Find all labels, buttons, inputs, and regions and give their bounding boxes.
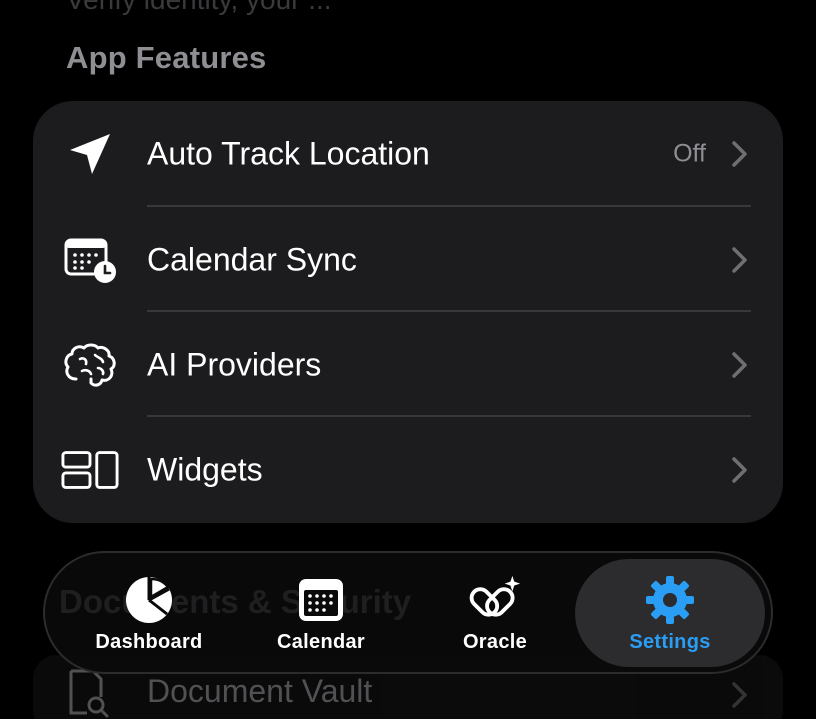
widgets-icon: [61, 441, 119, 499]
oracle-sparkle-icon: [468, 573, 522, 627]
row-label: Calendar Sync: [147, 241, 357, 277]
chevron-right-icon: [732, 682, 747, 708]
row-widgets[interactable]: Widgets: [33, 417, 783, 522]
tab-settings[interactable]: Settings: [575, 559, 765, 667]
row-auto-track-location[interactable]: Auto Track Location Off: [33, 101, 783, 206]
row-calendar-sync[interactable]: Calendar Sync: [33, 207, 783, 312]
brain-icon: [61, 336, 119, 394]
row-label: Auto Track Location: [147, 135, 430, 171]
row-label: Widgets: [147, 451, 263, 487]
tab-label: Calendar: [277, 630, 365, 653]
chevron-right-icon: [732, 246, 747, 273]
faded-header-text: Verify identity, your ...: [66, 0, 332, 16]
row-label: Document Vault: [147, 673, 373, 709]
location-arrow-icon: [61, 125, 119, 183]
tab-label: Oracle: [462, 630, 528, 653]
app-features-card: Auto Track Location Off Calendar Sync AI…: [33, 101, 783, 523]
calendar-icon: [294, 573, 348, 627]
tab-bar: Documents & Security Dashboard Calendar …: [43, 551, 773, 674]
gear-icon: [643, 573, 697, 627]
tab-label: Dashboard: [95, 630, 203, 653]
row-label: AI Providers: [147, 346, 322, 382]
section-title-app-features: App Features: [66, 40, 267, 75]
tab-label: Settings: [629, 630, 711, 653]
tab-calendar[interactable]: Calendar: [237, 559, 405, 667]
calendar-clock-icon: [61, 231, 119, 289]
document-search-icon: [69, 669, 109, 718]
tab-dashboard[interactable]: Dashboard: [65, 559, 233, 667]
chevron-right-icon: [732, 351, 747, 378]
row-value: Off: [673, 139, 706, 167]
pie-chart-icon: [122, 573, 176, 627]
tab-oracle[interactable]: Oracle: [411, 559, 579, 667]
chevron-right-icon: [732, 140, 747, 167]
chevron-right-icon: [732, 456, 747, 483]
row-ai-providers[interactable]: AI Providers: [33, 312, 783, 417]
